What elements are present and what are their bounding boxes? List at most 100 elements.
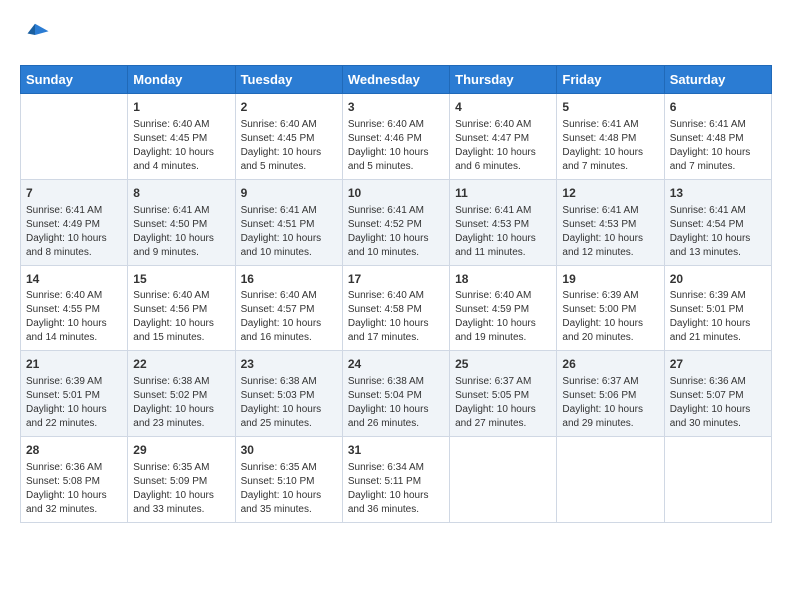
day-info: Daylight: 10 hours	[133, 489, 229, 503]
calendar-cell: 20Sunrise: 6:39 AMSunset: 5:01 PMDayligh…	[664, 265, 771, 351]
day-number: 17	[348, 271, 444, 288]
calendar-cell: 25Sunrise: 6:37 AMSunset: 5:05 PMDayligh…	[450, 351, 557, 437]
day-info: Sunrise: 6:41 AM	[133, 204, 229, 218]
day-number: 30	[241, 442, 337, 459]
calendar-cell	[664, 437, 771, 523]
day-info: and 19 minutes.	[455, 331, 551, 345]
calendar-cell: 27Sunrise: 6:36 AMSunset: 5:07 PMDayligh…	[664, 351, 771, 437]
day-info: Sunset: 4:51 PM	[241, 218, 337, 232]
day-info: and 13 minutes.	[670, 246, 766, 260]
day-info: Sunset: 5:02 PM	[133, 389, 229, 403]
day-info: Sunset: 4:48 PM	[562, 132, 658, 146]
day-info: Daylight: 10 hours	[348, 317, 444, 331]
day-info: and 8 minutes.	[26, 246, 122, 260]
day-info: Sunrise: 6:37 AM	[562, 375, 658, 389]
day-info: Sunset: 4:56 PM	[133, 303, 229, 317]
calendar-cell: 5Sunrise: 6:41 AMSunset: 4:48 PMDaylight…	[557, 94, 664, 180]
calendar-week-row: 1Sunrise: 6:40 AMSunset: 4:45 PMDaylight…	[21, 94, 772, 180]
day-info: Sunrise: 6:39 AM	[562, 289, 658, 303]
day-info: and 26 minutes.	[348, 417, 444, 431]
weekday-header-saturday: Saturday	[664, 66, 771, 94]
day-info: Sunrise: 6:39 AM	[670, 289, 766, 303]
weekday-header-tuesday: Tuesday	[235, 66, 342, 94]
day-info: and 27 minutes.	[455, 417, 551, 431]
calendar-table: SundayMondayTuesdayWednesdayThursdayFrid…	[20, 65, 772, 523]
day-info: Sunset: 4:47 PM	[455, 132, 551, 146]
day-info: Daylight: 10 hours	[26, 403, 122, 417]
day-info: Daylight: 10 hours	[455, 403, 551, 417]
day-number: 21	[26, 356, 122, 373]
day-info: Sunrise: 6:40 AM	[455, 289, 551, 303]
day-info: Sunrise: 6:40 AM	[241, 289, 337, 303]
day-info: Sunset: 5:04 PM	[348, 389, 444, 403]
day-number: 2	[241, 99, 337, 116]
day-info: and 23 minutes.	[133, 417, 229, 431]
day-info: and 21 minutes.	[670, 331, 766, 345]
calendar-cell: 29Sunrise: 6:35 AMSunset: 5:09 PMDayligh…	[128, 437, 235, 523]
calendar-cell: 6Sunrise: 6:41 AMSunset: 4:48 PMDaylight…	[664, 94, 771, 180]
day-info: Daylight: 10 hours	[241, 317, 337, 331]
calendar-cell: 8 Sunrise: 6:41 AMSunset: 4:50 PMDaylight…	[128, 179, 235, 265]
day-info: and 17 minutes.	[348, 331, 444, 345]
day-info: Daylight: 10 hours	[26, 489, 122, 503]
calendar-cell: 22Sunrise: 6:38 AMSunset: 5:02 PMDayligh…	[128, 351, 235, 437]
calendar-cell: 16Sunrise: 6:40 AMSunset: 4:57 PMDayligh…	[235, 265, 342, 351]
day-info: Daylight: 10 hours	[133, 232, 229, 246]
day-info: Sunset: 5:11 PM	[348, 475, 444, 489]
calendar-cell: 12Sunrise: 6:41 AMSunset: 4:53 PMDayligh…	[557, 179, 664, 265]
day-number: 8	[133, 185, 229, 202]
day-info: Sunrise: 6:37 AM	[455, 375, 551, 389]
day-info: Sunrise: 6:36 AM	[26, 461, 122, 475]
weekday-header-thursday: Thursday	[450, 66, 557, 94]
day-info: and 7 minutes.	[562, 160, 658, 174]
day-info: Daylight: 10 hours	[26, 232, 122, 246]
calendar-cell: 2Sunrise: 6:40 AMSunset: 4:45 PMDaylight…	[235, 94, 342, 180]
day-number: 9	[241, 185, 337, 202]
day-info: Sunrise: 6:35 AM	[241, 461, 337, 475]
day-info: and 9 minutes.	[133, 246, 229, 260]
weekday-header-friday: Friday	[557, 66, 664, 94]
day-number: 18	[455, 271, 551, 288]
calendar-cell: 21Sunrise: 6:39 AMSunset: 5:01 PMDayligh…	[21, 351, 128, 437]
day-info: Sunrise: 6:41 AM	[26, 204, 122, 218]
day-info: Daylight: 10 hours	[348, 232, 444, 246]
day-number: 25	[455, 356, 551, 373]
day-number: 7	[26, 185, 122, 202]
day-info: Sunrise: 6:40 AM	[133, 118, 229, 132]
day-info: Sunset: 4:46 PM	[348, 132, 444, 146]
calendar-cell: 19Sunrise: 6:39 AMSunset: 5:00 PMDayligh…	[557, 265, 664, 351]
day-number: 11	[455, 185, 551, 202]
day-info: Sunset: 4:50 PM	[133, 218, 229, 232]
day-info: Sunset: 4:49 PM	[26, 218, 122, 232]
day-info: Sunset: 4:52 PM	[348, 218, 444, 232]
calendar-cell: 30Sunrise: 6:35 AMSunset: 5:10 PMDayligh…	[235, 437, 342, 523]
day-number: 12	[562, 185, 658, 202]
calendar-cell: 17Sunrise: 6:40 AMSunset: 4:58 PMDayligh…	[342, 265, 449, 351]
calendar-cell: 10Sunrise: 6:41 AMSunset: 4:52 PMDayligh…	[342, 179, 449, 265]
day-number: 28	[26, 442, 122, 459]
day-info: Sunrise: 6:41 AM	[670, 204, 766, 218]
day-info: and 12 minutes.	[562, 246, 658, 260]
weekday-header-wednesday: Wednesday	[342, 66, 449, 94]
day-info: Sunset: 4:48 PM	[670, 132, 766, 146]
day-info: and 10 minutes.	[241, 246, 337, 260]
day-info: Sunrise: 6:38 AM	[348, 375, 444, 389]
calendar-cell: 14Sunrise: 6:40 AMSunset: 4:55 PMDayligh…	[21, 265, 128, 351]
day-info: Daylight: 10 hours	[241, 489, 337, 503]
day-number: 16	[241, 271, 337, 288]
day-info: Sunrise: 6:35 AM	[133, 461, 229, 475]
weekday-header-monday: Monday	[128, 66, 235, 94]
calendar-cell: 28Sunrise: 6:36 AMSunset: 5:08 PMDayligh…	[21, 437, 128, 523]
calendar-cell: 18Sunrise: 6:40 AMSunset: 4:59 PMDayligh…	[450, 265, 557, 351]
day-info: Sunrise: 6:41 AM	[670, 118, 766, 132]
day-info: and 33 minutes.	[133, 503, 229, 517]
day-info: Daylight: 10 hours	[670, 403, 766, 417]
day-info: Sunset: 4:45 PM	[133, 132, 229, 146]
day-info: Daylight: 10 hours	[133, 146, 229, 160]
day-info: and 20 minutes.	[562, 331, 658, 345]
day-info: Sunrise: 6:38 AM	[241, 375, 337, 389]
day-info: Sunset: 4:53 PM	[562, 218, 658, 232]
calendar-cell: 24Sunrise: 6:38 AMSunset: 5:04 PMDayligh…	[342, 351, 449, 437]
calendar-cell	[450, 437, 557, 523]
calendar-week-row: 7Sunrise: 6:41 AMSunset: 4:49 PMDaylight…	[21, 179, 772, 265]
